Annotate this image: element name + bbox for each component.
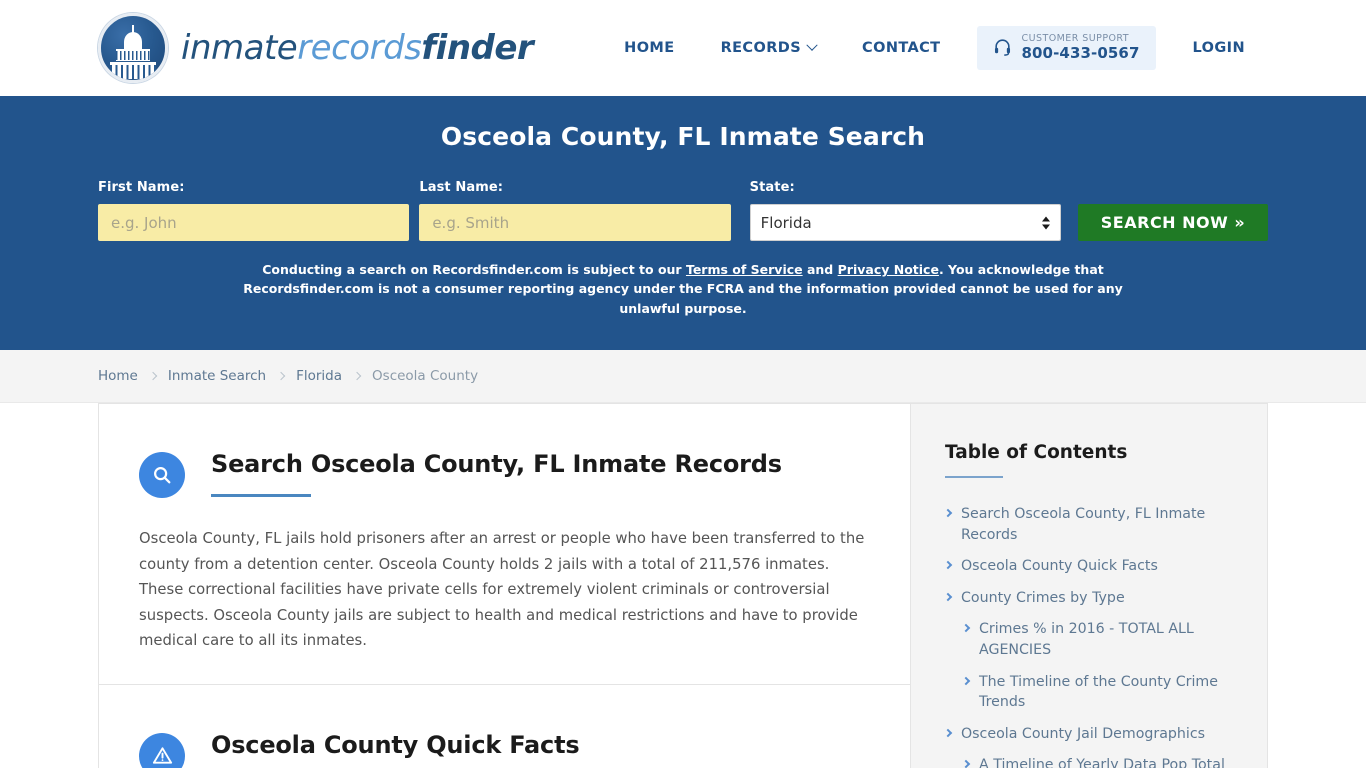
nav-item-contact[interactable]: CONTACT <box>839 40 963 56</box>
toc-item[interactable]: Crimes % in 2016 - TOTAL ALL AGENCIES <box>945 619 1237 660</box>
breadcrumb-bar: Home Inmate Search Florida Osceola Count… <box>0 350 1366 403</box>
support-phone-number[interactable]: 800-433-0567 <box>1021 45 1139 62</box>
section-title-search-records: Search Osceola County, FL Inmate Records <box>211 450 782 478</box>
section-quick-facts: Osceola County Quick Facts <box>99 683 910 768</box>
state-select[interactable]: Florida <box>749 204 1061 241</box>
chevron-right-icon <box>943 592 953 602</box>
customer-support-box[interactable]: CUSTOMER SUPPORT 800-433-0567 <box>977 26 1156 70</box>
section-body-search-records: Osceola County, FL jails hold prisoners … <box>139 530 865 650</box>
toc-link-yearly-pop-timeline[interactable]: A Timeline of Yearly Data Pop Total from… <box>979 755 1237 768</box>
site-logo[interactable]: inmaterecordsfinder <box>98 13 534 83</box>
last-name-label: Last Name: <box>419 180 504 195</box>
toc-title: Table of Contents <box>945 442 1128 463</box>
toc-item[interactable]: County Crimes by Type <box>943 588 1237 609</box>
last-name-field-group: Last Name: <box>419 180 731 241</box>
nav-item-records[interactable]: RECORDS <box>698 39 839 56</box>
brand-part-finder: finder <box>421 28 534 68</box>
breadcrumb-item-current: Osceola County <box>372 368 479 384</box>
disclaimer-text-start: Conducting a search on Recordsfinder.com… <box>262 262 686 277</box>
chevron-right-icon <box>352 371 362 381</box>
page-title: Osceola County, FL Inmate Search <box>440 122 926 151</box>
breadcrumb-item-florida[interactable]: Florida <box>296 368 342 384</box>
search-disclaimer: Conducting a search on Recordsfinder.com… <box>243 260 1123 318</box>
terms-of-service-link[interactable]: Terms of Service <box>686 262 803 277</box>
chevron-right-icon <box>943 508 953 518</box>
nav-item-login[interactable]: LOGIN <box>1170 40 1268 56</box>
first-name-input[interactable] <box>98 204 410 241</box>
nav-label-home: HOME <box>624 40 675 56</box>
toc-link-crime-trends-timeline[interactable]: The Timeline of the County Crime Trends <box>979 672 1237 713</box>
section-accent-bar <box>211 494 311 497</box>
toc-list: Search Osceola County, FL Inmate Records… <box>943 504 1237 768</box>
nav-label-contact: CONTACT <box>862 40 941 56</box>
breadcrumb: Home Inmate Search Florida Osceola Count… <box>98 368 478 384</box>
nav-item-home[interactable]: HOME <box>601 40 697 56</box>
site-header: inmaterecordsfinder HOME RECORDS CONTACT <box>0 0 1366 96</box>
chevron-right-icon <box>148 371 158 381</box>
toc-item[interactable]: Search Osceola County, FL Inmate Records <box>943 504 1237 545</box>
toc-link-quick-facts[interactable]: Osceola County Quick Facts <box>961 556 1158 577</box>
capitol-building-icon <box>98 13 168 83</box>
content-area: Search Osceola County, FL Inmate Records… <box>0 403 1366 768</box>
toc-link-jail-demographics[interactable]: Osceola County Jail Demographics <box>961 724 1205 745</box>
chevron-right-icon <box>943 560 953 570</box>
section-title-quick-facts: Osceola County Quick Facts <box>211 730 580 759</box>
toc-link-crimes-by-type[interactable]: County Crimes by Type <box>961 588 1125 609</box>
chevron-right-icon <box>961 760 971 768</box>
toc-item[interactable]: Osceola County Jail Demographics <box>943 724 1237 745</box>
toc-item[interactable]: The Timeline of the County Crime Trends <box>945 672 1237 713</box>
privacy-notice-link[interactable]: Privacy Notice <box>838 262 939 277</box>
toc-link-search-records[interactable]: Search Osceola County, FL Inmate Records <box>961 504 1237 545</box>
last-name-input[interactable] <box>419 204 731 241</box>
search-circle-icon <box>139 452 185 498</box>
chevron-right-icon <box>276 371 286 381</box>
section-search-records: Search Osceola County, FL Inmate Records… <box>99 404 910 654</box>
table-of-contents-sidebar: Table of Contents Search Osceola County,… <box>910 403 1268 768</box>
chevron-right-icon <box>961 676 971 685</box>
toc-accent-bar <box>945 476 1003 478</box>
state-label: State: <box>749 180 795 195</box>
hero-search-banner: Osceola County, FL Inmate Search First N… <box>0 96 1366 350</box>
brand-part-inmate: inmate <box>181 28 298 68</box>
breadcrumb-item-inmate-search[interactable]: Inmate Search <box>168 368 266 384</box>
chevron-down-icon <box>806 39 818 51</box>
chevron-right-icon <box>943 728 953 737</box>
brand-part-records: records <box>297 28 422 68</box>
toc-item[interactable]: A Timeline of Yearly Data Pop Total from… <box>945 755 1237 768</box>
headset-icon <box>993 37 1012 60</box>
inmate-search-form: First Name: Last Name: State: Florida SE… <box>98 180 1268 241</box>
disclaimer-and: and <box>802 262 838 277</box>
main-navigation: HOME RECORDS CONTACT CUSTOMER SUPPORT 80… <box>601 0 1268 96</box>
brand-wordmark: inmaterecordsfinder <box>181 28 534 68</box>
toc-item[interactable]: Osceola County Quick Facts <box>943 556 1237 577</box>
search-now-button[interactable]: SEARCH NOW » <box>1077 204 1268 241</box>
state-field-group: State: Florida <box>749 180 1061 241</box>
first-name-field-group: First Name: <box>98 180 410 241</box>
nav-label-records: RECORDS <box>720 40 802 56</box>
nav-label-login: LOGIN <box>1192 40 1245 56</box>
toc-link-crimes-percent-2016[interactable]: Crimes % in 2016 - TOTAL ALL AGENCIES <box>979 619 1237 660</box>
warning-circle-icon <box>139 732 185 768</box>
first-name-label: First Name: <box>98 180 185 195</box>
breadcrumb-item-home[interactable]: Home <box>98 368 138 384</box>
main-content-column: Search Osceola County, FL Inmate Records… <box>98 403 910 768</box>
chevron-right-icon <box>961 624 971 633</box>
